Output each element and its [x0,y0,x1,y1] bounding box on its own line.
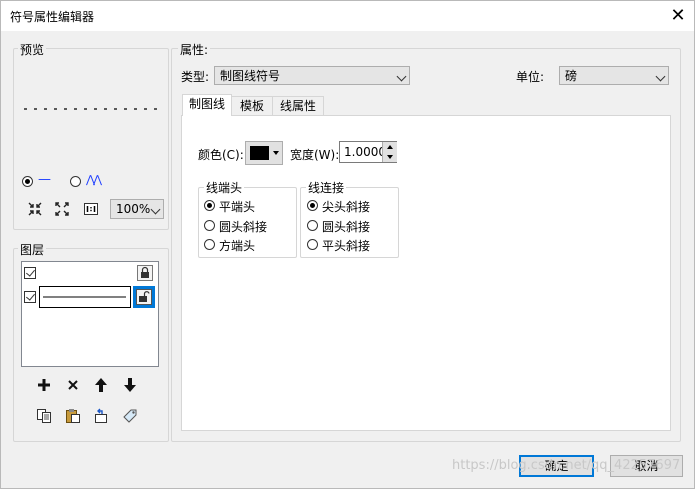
delete-icon [68,380,78,390]
unlock-icon [136,289,152,305]
move-down-button[interactable] [120,375,140,395]
width-value[interactable]: 1.0000 [344,145,386,159]
join-round-radio[interactable] [307,220,318,231]
triangle-up-icon [387,145,393,149]
join-round-label[interactable]: 圆头斜接 [322,218,370,235]
layer-2-lock-button[interactable] [133,286,155,308]
zoom-out-button[interactable] [52,199,72,219]
zoom-select[interactable]: 100% [110,199,164,219]
reset-layer-button[interactable] [91,406,111,426]
expand-arrows-icon [55,202,69,216]
unit-label: 单位: [516,70,545,84]
preview-wave-label: ⋀⋀ [86,173,102,186]
line-cap-group-label: 线端头 [204,179,245,196]
delete-layer-button[interactable] [63,375,83,395]
line-join-group-label: 线连接 [306,179,347,196]
shrink-arrows-icon [28,202,42,216]
copy-icon [37,409,51,423]
chevron-down-icon [655,71,666,82]
copy-layer-button[interactable] [34,406,54,426]
arrow-down-icon [124,378,136,392]
color-swatch [250,146,269,160]
window-title: 符号属性编辑器 [10,10,95,24]
preview-group-label: 预览 [18,41,47,58]
layers-group-label: 图层 [18,241,47,258]
cap-flat-radio[interactable] [204,200,215,211]
join-miter-label[interactable]: 尖头斜接 [322,198,370,215]
join-bevel-radio[interactable] [307,239,318,250]
cap-square-radio[interactable] [204,239,215,250]
join-miter-radio[interactable] [307,200,318,211]
chevron-down-icon [150,204,161,215]
type-select[interactable]: 制图线符号 [214,66,410,85]
move-up-button[interactable] [91,375,111,395]
close-icon[interactable]: ✕ [665,3,691,29]
lock-icon [137,265,153,281]
arrow-up-icon [95,378,107,392]
undo-icon [95,408,107,423]
preview-wave-radio[interactable] [70,176,81,187]
actual-size-button[interactable] [81,199,101,219]
cap-round-label[interactable]: 圆头斜接 [219,218,267,235]
watermark: https://blog.csdn.net/qq_42257697 [452,458,681,473]
line-preview [24,108,160,110]
cap-flat-label[interactable]: 平端头 [219,198,255,215]
title-bar: 符号属性编辑器 ✕ [1,1,694,31]
color-picker-button[interactable] [245,141,283,165]
preview-line-label: — [38,172,51,187]
chevron-down-icon [396,71,407,82]
cap-round-radio[interactable] [204,220,215,231]
width-label: 宽度(W): [290,148,340,162]
cap-square-label[interactable]: 方端头 [219,237,255,254]
join-bevel-label[interactable]: 平头斜接 [322,237,370,254]
color-dropdown-arrow-icon [273,151,279,155]
layer-1-checkbox[interactable] [24,267,36,279]
zoom-in-button[interactable] [25,199,45,219]
tag-layer-button[interactable] [120,406,140,426]
preview-line-radio[interactable] [22,176,33,187]
tag-icon [123,409,137,423]
properties-group-label: 属性: [178,41,211,58]
unit-value: 磅 [565,69,578,83]
paste-icon [66,409,80,423]
plus-icon [38,379,50,391]
zoom-value: 100% [116,202,151,216]
layer-1-lock-button[interactable] [137,265,153,281]
tab-template[interactable]: 模板 [231,96,273,116]
layer-2-line-preview [43,296,126,298]
paste-layer-button[interactable] [63,406,83,426]
type-label: 类型: [181,70,210,84]
add-layer-button[interactable] [34,375,54,395]
tab-line[interactable]: 制图线 [182,94,232,116]
triangle-down-icon [387,155,393,159]
tab-line-properties[interactable]: 线属性 [272,96,324,116]
color-label: 颜色(C): [198,148,244,162]
layer-2-checkbox[interactable] [24,291,36,303]
width-down-button[interactable] [382,152,397,162]
unit-select[interactable]: 磅 [559,66,669,85]
layer-2-row[interactable] [39,286,131,308]
width-stepper[interactable]: 1.0000 [339,141,397,163]
type-value: 制图线符号 [220,69,281,83]
actual-size-icon [84,203,98,215]
